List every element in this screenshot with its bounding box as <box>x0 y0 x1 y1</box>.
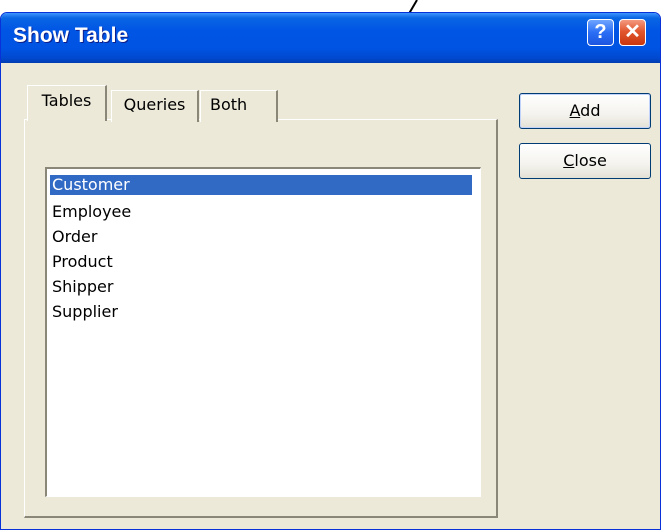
tab-both[interactable]: Both <box>200 90 278 122</box>
dialog-title: Show Table <box>13 24 129 47</box>
close-button-label: lose <box>574 151 607 170</box>
close-button[interactable]: Close <box>519 143 651 179</box>
list-item-product[interactable]: Product <box>50 249 472 274</box>
show-table-dialog: Show Table ? ✕ Tables Queries Both Custo… <box>0 12 661 530</box>
tab-queries[interactable]: Queries <box>111 90 199 122</box>
add-button[interactable]: Add <box>519 93 651 129</box>
close-icon: ✕ <box>624 21 641 43</box>
add-button-label: dd <box>580 101 601 120</box>
question-mark-icon: ? <box>594 21 607 43</box>
help-button[interactable]: ? <box>587 19 614 46</box>
list-item-shipper[interactable]: Shipper <box>50 274 472 299</box>
list-item-supplier[interactable]: Supplier <box>50 299 472 324</box>
list-item-employee[interactable]: Employee <box>50 199 472 224</box>
add-button-mnemonic: A <box>569 101 581 120</box>
list-item-order[interactable]: Order <box>50 224 472 249</box>
list-item-customer[interactable]: Customer <box>50 175 472 195</box>
title-bar[interactable]: Show Table ? ✕ <box>1 13 660 63</box>
close-button-mnemonic: C <box>563 151 575 170</box>
tab-tables[interactable]: Tables <box>27 85 107 121</box>
close-window-button[interactable]: ✕ <box>619 19 646 46</box>
table-listbox[interactable]: Customer Employee Order Product Shipper … <box>45 167 481 497</box>
